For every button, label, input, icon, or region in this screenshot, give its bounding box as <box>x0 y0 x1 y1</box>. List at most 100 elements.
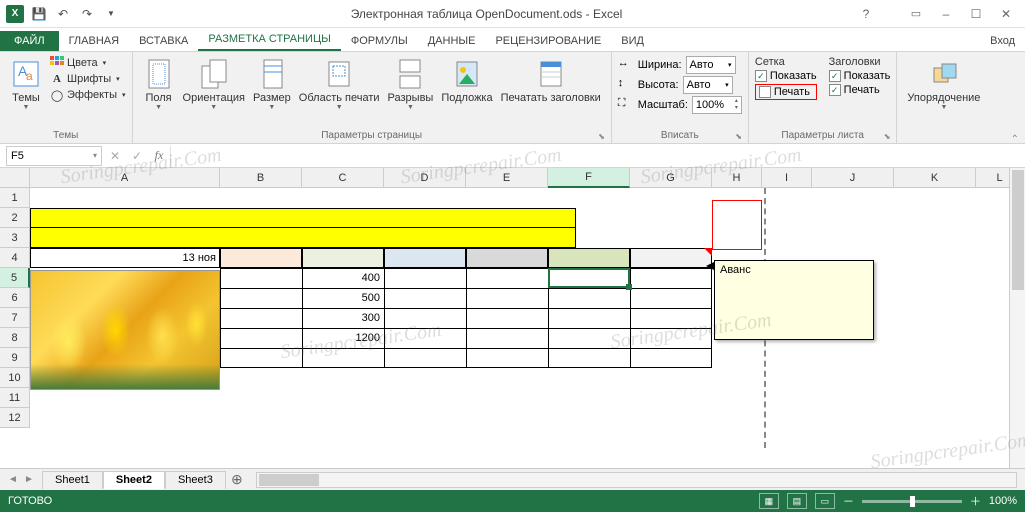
formula-input[interactable] <box>170 146 1025 166</box>
sheet-tab-Sheet2[interactable]: Sheet2 <box>103 471 165 489</box>
enter-formula-icon[interactable]: ✓ <box>126 146 148 166</box>
row-header-5[interactable]: 5 <box>0 268 30 288</box>
cell-F4[interactable] <box>548 248 630 268</box>
add-sheet-button[interactable]: ⊕ <box>226 471 248 488</box>
column-header-B[interactable]: B <box>220 168 302 188</box>
cell-D4[interactable] <box>384 248 466 268</box>
headings-show-checkbox[interactable]: ✓Показать <box>829 70 891 82</box>
tab-formulas[interactable]: ФОРМУЛЫ <box>341 31 418 51</box>
column-header-A[interactable]: A <box>30 168 220 188</box>
row-header-6[interactable]: 6 <box>0 288 30 308</box>
cancel-formula-icon[interactable]: ✕ <box>104 146 126 166</box>
cell-G4[interactable] <box>630 248 712 268</box>
normal-view-icon[interactable]: ▦ <box>759 493 779 509</box>
row-header-9[interactable]: 9 <box>0 348 30 368</box>
page-layout-view-icon[interactable]: ▤ <box>787 493 807 509</box>
column-header-J[interactable]: J <box>812 168 894 188</box>
column-header-H[interactable]: H <box>712 168 762 188</box>
sheet-nav-prev-icon[interactable]: ◄ <box>6 474 20 485</box>
comment-popup[interactable]: Аванс <box>714 260 874 340</box>
cell-C8[interactable]: 1200 <box>302 328 384 348</box>
sheet-nav-next-icon[interactable]: ► <box>22 474 36 485</box>
row-header-8[interactable]: 8 <box>0 328 30 348</box>
row-header-3[interactable]: 3 <box>0 228 30 248</box>
tab-page-layout[interactable]: РАЗМЕТКА СТРАНИЦЫ <box>198 29 340 51</box>
size-button[interactable]: Размер▼ <box>249 56 295 113</box>
fx-icon[interactable]: fx <box>148 146 170 166</box>
page-break-view-icon[interactable]: ▭ <box>815 493 835 509</box>
tab-insert[interactable]: ВСТАВКА <box>129 31 198 51</box>
column-header-E[interactable]: E <box>466 168 548 188</box>
cell-A4[interactable]: 13 ноя <box>30 248 220 268</box>
row-header-7[interactable]: 7 <box>0 308 30 328</box>
column-header-D[interactable]: D <box>384 168 466 188</box>
theme-colors-button[interactable]: Цвета▾ <box>50 56 126 70</box>
column-header-F[interactable]: F <box>548 168 630 188</box>
redo-icon[interactable]: ↷ <box>76 3 98 25</box>
breaks-button[interactable]: Разрывы▼ <box>384 56 438 113</box>
tab-file[interactable]: ФАЙЛ <box>0 31 59 51</box>
sheet-tab-Sheet3[interactable]: Sheet3 <box>165 471 226 489</box>
row-header-1[interactable]: 1 <box>0 188 30 208</box>
print-titles-button[interactable]: Печатать заголовки <box>497 56 605 106</box>
tab-view[interactable]: ВИД <box>611 31 654 51</box>
row-header-4[interactable]: 4 <box>0 248 30 268</box>
themes-button[interactable]: Aa Темы ▼ <box>6 56 46 113</box>
ribbon-options-icon[interactable]: ▭ <box>901 3 931 25</box>
close-icon[interactable]: ✕ <box>991 3 1021 25</box>
background-button[interactable]: Подложка <box>437 56 496 106</box>
cell-C7[interactable]: 300 <box>302 308 384 328</box>
zoom-slider[interactable] <box>862 500 962 503</box>
column-header-K[interactable]: K <box>894 168 976 188</box>
scale-field[interactable]: 100%▴▾ <box>692 96 742 114</box>
row-header-12[interactable]: 12 <box>0 408 30 428</box>
cell-C4[interactable] <box>302 248 384 268</box>
sign-in-link[interactable]: Вход <box>980 31 1025 51</box>
help-icon[interactable]: ? <box>851 3 881 25</box>
spreadsheet-grid[interactable]: ABCDEFGHIJKL 123456789101112 13 ноя 400 … <box>0 168 1025 468</box>
tab-review[interactable]: РЕЦЕНЗИРОВАНИЕ <box>485 31 611 51</box>
maximize-icon[interactable]: ☐ <box>961 3 991 25</box>
margins-button[interactable]: Поля▼ <box>139 56 179 113</box>
page-setup-launcher-icon[interactable]: ⬊ <box>598 132 605 141</box>
excel-app-icon[interactable]: X <box>4 3 26 25</box>
cell-C6[interactable]: 500 <box>302 288 384 308</box>
row-header-2[interactable]: 2 <box>0 208 30 228</box>
zoom-level[interactable]: 100% <box>989 495 1017 507</box>
name-box[interactable]: F5▾ <box>6 146 102 166</box>
column-header-G[interactable]: G <box>630 168 712 188</box>
column-header-I[interactable]: I <box>762 168 812 188</box>
cell-B4[interactable] <box>220 248 302 268</box>
tab-data[interactable]: ДАННЫЕ <box>418 31 486 51</box>
horizontal-scrollbar[interactable] <box>256 472 1017 488</box>
cell-E4[interactable] <box>466 248 548 268</box>
height-field[interactable]: Авто▾ <box>683 76 733 94</box>
arrange-button[interactable]: Упорядочение▼ <box>903 56 984 113</box>
select-all-button[interactable] <box>0 168 30 188</box>
save-icon[interactable]: 💾 <box>28 3 50 25</box>
zoom-out-icon[interactable]: － <box>843 493 854 509</box>
cell-C5[interactable]: 400 <box>302 268 384 288</box>
minimize-icon[interactable]: – <box>931 3 961 25</box>
collapse-ribbon-icon[interactable]: ⌃ <box>1011 134 1019 145</box>
width-field[interactable]: Авто▾ <box>686 56 736 74</box>
theme-fonts-button[interactable]: AШрифты▾ <box>50 72 126 86</box>
tab-home[interactable]: ГЛАВНАЯ <box>59 31 129 51</box>
headings-print-checkbox[interactable]: ✓Печать <box>829 84 891 96</box>
vertical-scrollbar[interactable] <box>1009 168 1025 468</box>
column-header-C[interactable]: C <box>302 168 384 188</box>
sheet-options-launcher-icon[interactable]: ⬊ <box>884 132 891 141</box>
gridlines-print-checkbox[interactable]: Печать <box>759 86 813 98</box>
embedded-image[interactable] <box>30 270 220 390</box>
gridlines-show-checkbox[interactable]: ✓Показать <box>755 70 817 82</box>
theme-effects-button[interactable]: ◯Эффекты▾ <box>50 88 126 102</box>
row-header-10[interactable]: 10 <box>0 368 30 388</box>
scale-launcher-icon[interactable]: ⬊ <box>735 132 742 141</box>
orientation-button[interactable]: Ориентация▼ <box>179 56 249 113</box>
qat-customize-icon[interactable]: ▼ <box>100 3 122 25</box>
undo-icon[interactable]: ↶ <box>52 3 74 25</box>
zoom-in-icon[interactable]: ＋ <box>970 493 981 509</box>
print-area-button[interactable]: Область печати▼ <box>295 56 384 113</box>
row-header-11[interactable]: 11 <box>0 388 30 408</box>
sheet-tab-Sheet1[interactable]: Sheet1 <box>42 471 103 489</box>
